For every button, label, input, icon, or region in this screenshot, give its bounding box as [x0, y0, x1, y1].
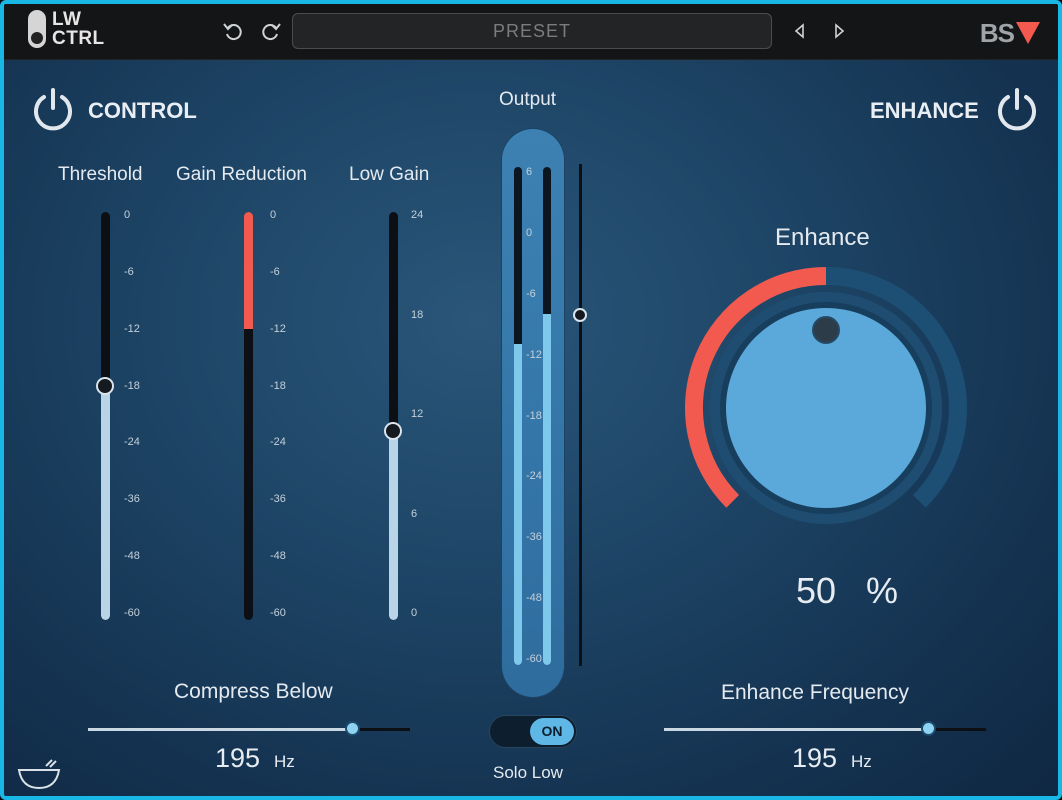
output-meter-left-fill — [514, 343, 522, 665]
enhance-unit: % — [866, 570, 899, 611]
threshold-fill — [101, 385, 110, 620]
enhance-title: ENHANCE — [870, 98, 979, 123]
enhance-knob[interactable] — [676, 266, 976, 546]
solo-low-state: ON — [530, 718, 574, 745]
plugin-window: LW CTRL PRESET BS CONTROL Threshold Gain… — [0, 0, 1062, 800]
low-gain-track[interactable] — [389, 212, 398, 620]
output-meter-left — [514, 167, 522, 665]
threshold-scale-tick: 0 — [124, 209, 131, 221]
enhance-frequency-label: Enhance Frequency — [721, 681, 909, 704]
gain-reduction-scale-tick: -12 — [270, 322, 286, 335]
threshold-track[interactable] — [101, 212, 110, 620]
gain-reduction-scale-tick: -18 — [270, 379, 286, 392]
output-scale-tick: -60 — [526, 653, 542, 665]
threshold-scale-tick: -6 — [124, 265, 134, 278]
solo-low-toggle[interactable]: ON — [489, 715, 577, 748]
compress-below-slider[interactable] — [88, 728, 410, 731]
compress-below-value: 195 — [215, 743, 261, 773]
enhance-frequency-thumb[interactable] — [921, 721, 937, 736]
low-gain-scale-tick: 0 — [411, 607, 418, 619]
control-power-icon[interactable] — [30, 86, 76, 132]
gain-reduction-meter — [244, 212, 253, 620]
compress-below-unit: Hz — [274, 752, 295, 771]
gain-reduction-scale-tick: -60 — [270, 607, 286, 619]
gain-reduction-label: Gain Reduction — [176, 164, 307, 185]
output-scale-tick: 0 — [526, 226, 533, 239]
low-gain-fill — [389, 430, 398, 620]
gain-reduction-scale-tick: -24 — [270, 436, 286, 449]
threshold-scale-tick: -12 — [124, 322, 140, 335]
output-meter-right — [543, 167, 551, 665]
output-scale-tick: -18 — [526, 409, 542, 422]
output-scale-tick: 6 — [526, 166, 533, 178]
low-gain-scale-tick: 12 — [411, 408, 424, 420]
threshold-thumb[interactable] — [96, 376, 114, 395]
gain-reduction-scale-tick: -6 — [270, 265, 280, 278]
enhance-frequency-unit: Hz — [851, 752, 872, 771]
enhance-knob-label: Enhance — [775, 224, 870, 251]
logo-line2: CTRL — [52, 28, 105, 49]
threshold-scale-tick: -48 — [124, 550, 140, 563]
threshold-scale-tick: -60 — [124, 607, 140, 619]
compress-below-label: Compress Below — [174, 680, 333, 703]
low-gain-scale-tick: 6 — [411, 507, 418, 520]
low-gain-thumb[interactable] — [384, 421, 402, 440]
enhance-value: 50 — [796, 570, 837, 611]
output-scale-tick: -6 — [526, 287, 536, 300]
enhance-knob-indicator — [812, 316, 840, 344]
preset-selector[interactable]: PRESET — [292, 13, 772, 49]
gain-reduction-scale-tick: -36 — [270, 493, 286, 506]
output-scale-tick: -48 — [526, 592, 542, 605]
gain-reduction-scale-tick: 0 — [270, 209, 277, 221]
solo-low-label: Solo Low — [493, 763, 563, 782]
gain-reduction-fill — [244, 212, 253, 329]
threshold-scale-tick: -36 — [124, 493, 140, 506]
enhance-frequency-slider[interactable] — [664, 728, 986, 731]
top-bar: LW CTRL PRESET BS — [4, 4, 1058, 60]
bowl-icon[interactable] — [16, 758, 62, 792]
threshold-scale-tick: -18 — [124, 379, 140, 392]
gain-reduction-scale-tick: -48 — [270, 550, 286, 563]
threshold-label: Threshold — [58, 164, 143, 185]
brand-logo: BS — [980, 18, 1040, 49]
enhance-power-icon[interactable] — [994, 86, 1040, 132]
prev-arrow-icon[interactable] — [789, 20, 811, 42]
low-gain-label: Low Gain — [349, 164, 430, 185]
enhance-frequency-value: 195 — [792, 743, 838, 773]
control-title: CONTROL — [88, 98, 197, 123]
undo-icon[interactable] — [222, 20, 244, 42]
app-logo: LW CTRL — [28, 10, 105, 48]
output-fader-thumb[interactable] — [573, 307, 587, 322]
output-fader-track[interactable] — [579, 164, 582, 666]
logo-line1: LW — [52, 9, 82, 30]
next-arrow-icon[interactable] — [828, 20, 850, 42]
threshold-scale-tick: -24 — [124, 436, 140, 449]
output-scale-tick: -24 — [526, 470, 542, 483]
output-meter-right-fill — [543, 313, 551, 665]
low-gain-scale-tick: 24 — [411, 209, 424, 221]
output-scale-tick: -36 — [526, 531, 542, 544]
enhance-frequency-fill — [664, 728, 929, 731]
output-label: Output — [499, 89, 557, 110]
compress-below-thumb[interactable] — [345, 721, 361, 736]
logo-toggle-icon — [28, 10, 46, 48]
low-gain-scale-tick: 18 — [411, 308, 424, 321]
redo-icon[interactable] — [260, 20, 282, 42]
compress-below-fill — [88, 728, 353, 731]
output-scale-tick: -12 — [526, 348, 542, 361]
